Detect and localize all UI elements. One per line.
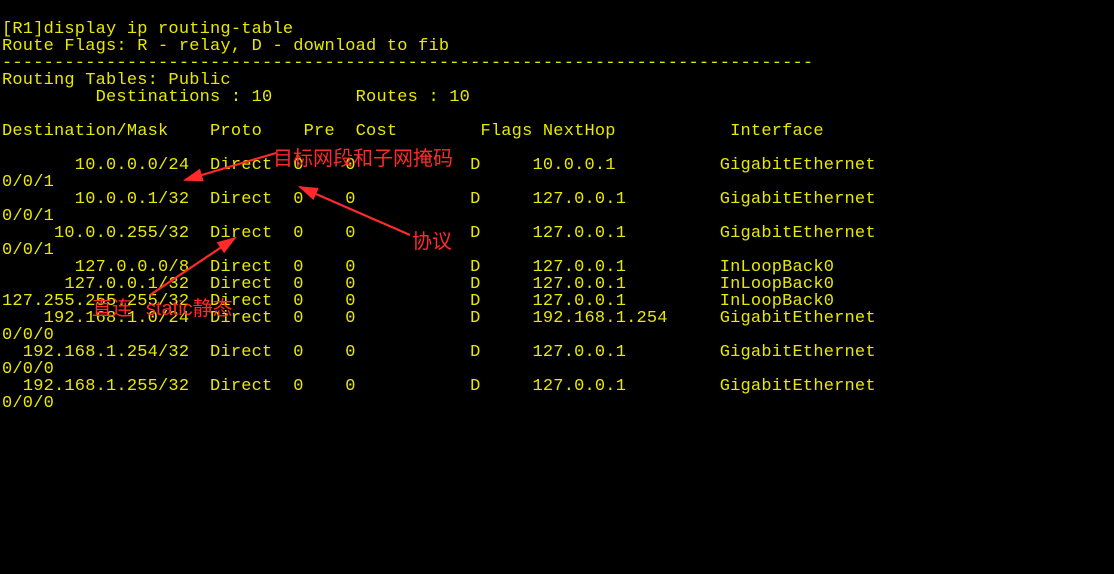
terminal-output: [R1]display ip routing-table Route Flags… — [0, 17, 1114, 412]
